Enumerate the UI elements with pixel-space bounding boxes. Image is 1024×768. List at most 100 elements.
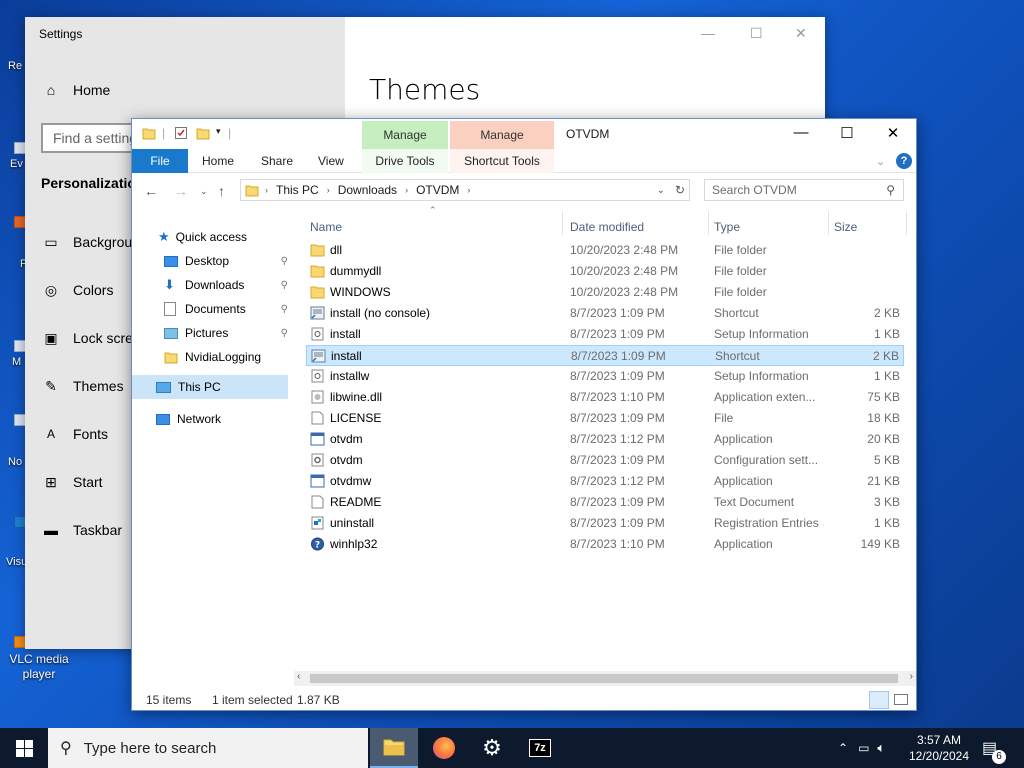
file-date: 8/7/2023 1:09 PM xyxy=(570,516,665,530)
7zip-taskbar-button[interactable]: 7z xyxy=(516,728,564,768)
large-icons-view-icon[interactable] xyxy=(894,694,908,705)
file-row[interactable]: LICENSE 8/7/2023 1:09 PM File 18 KB xyxy=(306,408,904,429)
tab-drive-tools[interactable]: Drive Tools xyxy=(362,149,448,173)
nav-fonts[interactable]: A Fonts xyxy=(41,422,108,446)
file-row[interactable]: README 8/7/2023 1:09 PM Text Document 3 KB xyxy=(306,492,904,513)
scroll-left-icon[interactable]: ‹ xyxy=(297,671,300,682)
file-row[interactable]: dll 10/20/2023 2:48 PM File folder xyxy=(306,240,904,261)
volume-muted-icon[interactable]: 🔈︎ xyxy=(877,740,885,756)
address-bar[interactable]: › This PC › Downloads › OTVDM › ⌄ ↻ xyxy=(240,179,690,201)
file-date: 8/7/2023 1:09 PM xyxy=(570,453,665,467)
maximize-icon[interactable]: ☐ xyxy=(824,124,870,142)
file-row[interactable]: ? winhlp32 8/7/2023 1:10 PM Application 149 … xyxy=(306,534,904,555)
chevron-right-icon[interactable]: › xyxy=(405,185,408,195)
chevron-right-icon[interactable]: › xyxy=(467,185,470,195)
nav-colors[interactable]: ◎ Colors xyxy=(41,278,114,302)
minimize-icon[interactable]: — xyxy=(778,124,824,141)
customize-dropdown-icon[interactable]: ▾ xyxy=(216,126,221,137)
network-icon[interactable]: ▭ xyxy=(858,741,869,755)
file-row[interactable]: otvdmw 8/7/2023 1:12 PM Application 21 KB xyxy=(306,471,904,492)
tab-home[interactable]: Home xyxy=(202,149,234,173)
address-dropdown-icon[interactable]: ⌄ xyxy=(657,185,665,196)
nav-start[interactable]: ⊞ Start xyxy=(41,470,102,494)
search-input[interactable]: Search OTVDM ⚲ xyxy=(704,179,904,201)
file-row[interactable]: install 8/7/2023 1:09 PM Setup Information… xyxy=(306,324,904,345)
file-size: 1 KB xyxy=(873,516,900,530)
nav-documents[interactable]: Documents ⚲ xyxy=(164,297,288,321)
tab-shortcut-tools[interactable]: Shortcut Tools xyxy=(450,149,554,173)
refresh-icon[interactable]: ↻ xyxy=(675,183,685,197)
column-divider[interactable] xyxy=(708,211,709,235)
tab-file[interactable]: File xyxy=(132,149,188,173)
nav-themes[interactable]: ✎ Themes xyxy=(41,374,123,398)
close-icon[interactable]: ✕ xyxy=(795,25,807,42)
firefox-taskbar-button[interactable] xyxy=(420,728,468,768)
file-row[interactable]: uninstall 8/7/2023 1:09 PM Registration En… xyxy=(306,513,904,534)
file-row[interactable]: install (no console) 8/7/2023 1:09 PM Shor… xyxy=(306,303,904,324)
maximize-icon[interactable]: ☐ xyxy=(750,25,763,42)
file-row[interactable]: install 8/7/2023 1:09 PM Shortcut 2 KB xyxy=(306,345,904,366)
up-icon[interactable]: ↑ xyxy=(218,183,225,199)
pin-icon[interactable]: ⚲ xyxy=(281,328,288,339)
settings-home[interactable]: ⌂ Home xyxy=(41,78,111,102)
pin-icon[interactable]: ⚲ xyxy=(281,256,288,267)
column-divider[interactable] xyxy=(562,211,563,235)
column-name[interactable]: Name xyxy=(310,215,342,239)
expand-ribbon-icon[interactable]: ⌄ xyxy=(876,149,885,173)
vlc-desktop-label[interactable]: VLC media player xyxy=(4,652,74,682)
column-type[interactable]: Type xyxy=(714,215,740,239)
nav-downloads[interactable]: ⬇ Downloads ⚲ xyxy=(164,273,288,297)
search-icon[interactable]: ⚲ xyxy=(886,183,895,197)
context-tab-drive[interactable]: Manage xyxy=(362,121,448,149)
column-divider[interactable] xyxy=(828,211,829,235)
notification-button[interactable]: ▤ 6 xyxy=(982,728,1006,768)
scroll-thumb[interactable] xyxy=(310,674,898,683)
file-row[interactable]: WINDOWS 10/20/2023 2:48 PM File folder xyxy=(306,282,904,303)
help-icon[interactable]: ? xyxy=(896,153,912,169)
pin-icon[interactable]: ⚲ xyxy=(281,304,288,315)
section-title: Personalization xyxy=(41,175,145,191)
nav-quick-access[interactable]: ★ Quick access xyxy=(158,225,247,249)
close-icon[interactable]: ✕ xyxy=(870,124,916,142)
nav-nvidialogging[interactable]: NvidiaLogging xyxy=(164,345,261,369)
nav-pictures[interactable]: Pictures ⚲ xyxy=(164,321,288,345)
nav-network[interactable]: Network xyxy=(156,407,221,431)
details-view-icon[interactable] xyxy=(869,691,889,709)
forward-icon[interactable]: → xyxy=(174,183,188,199)
column-date[interactable]: Date modified xyxy=(570,215,644,239)
nav-taskbar[interactable]: ▬ Taskbar xyxy=(41,518,122,542)
minimize-icon[interactable]: — xyxy=(701,25,715,41)
file-row[interactable]: installw 8/7/2023 1:09 PM Setup Informatio… xyxy=(306,366,904,387)
chevron-up-icon[interactable]: ⌃ xyxy=(838,741,848,755)
taskbar-search-input[interactable]: ⚲ Type here to search xyxy=(48,728,368,768)
file-row[interactable]: otvdm 8/7/2023 1:12 PM Application 20 KB xyxy=(306,429,904,450)
chevron-right-icon[interactable]: › xyxy=(327,185,330,195)
tab-view[interactable]: View xyxy=(318,149,344,173)
chevron-right-icon[interactable]: › xyxy=(265,185,268,195)
file-row[interactable]: otvdm 8/7/2023 1:09 PM Configuration sett.… xyxy=(306,450,904,471)
new-folder-icon[interactable] xyxy=(196,126,210,140)
breadcrumb-downloads[interactable]: Downloads xyxy=(338,183,397,197)
horizontal-scrollbar[interactable]: ‹ › xyxy=(294,671,916,686)
breadcrumb-otvdm[interactable]: OTVDM xyxy=(416,183,459,197)
start-button[interactable] xyxy=(0,728,48,768)
explorer-titlebar[interactable]: | ▾ | Manage Manage OTVDM — ☐ ✕ xyxy=(132,119,916,149)
back-icon[interactable]: ← xyxy=(144,183,158,199)
properties-icon[interactable] xyxy=(174,126,188,140)
file-name: README xyxy=(330,495,382,509)
breadcrumb-this-pc[interactable]: This PC xyxy=(276,183,319,197)
tab-share[interactable]: Share xyxy=(261,149,293,173)
file-row[interactable]: libwine.dll 8/7/2023 1:10 PM Application e… xyxy=(306,387,904,408)
file-explorer-taskbar-button[interactable] xyxy=(370,728,418,768)
settings-taskbar-button[interactable]: ⚙ xyxy=(468,728,516,768)
file-row[interactable]: dummydll 10/20/2023 2:48 PM File folder xyxy=(306,261,904,282)
clock[interactable]: 3:57 AM 12/20/2024 xyxy=(908,728,970,768)
scroll-right-icon[interactable]: › xyxy=(910,671,913,682)
column-size[interactable]: Size xyxy=(834,215,857,239)
column-divider[interactable] xyxy=(906,211,907,235)
context-tab-shortcut[interactable]: Manage xyxy=(450,121,554,149)
nav-this-pc[interactable]: This PC xyxy=(132,375,288,399)
nav-desktop[interactable]: Desktop ⚲ xyxy=(164,249,288,273)
pin-icon[interactable]: ⚲ xyxy=(281,280,288,291)
recent-dropdown-icon[interactable]: ⌄ xyxy=(200,186,208,197)
